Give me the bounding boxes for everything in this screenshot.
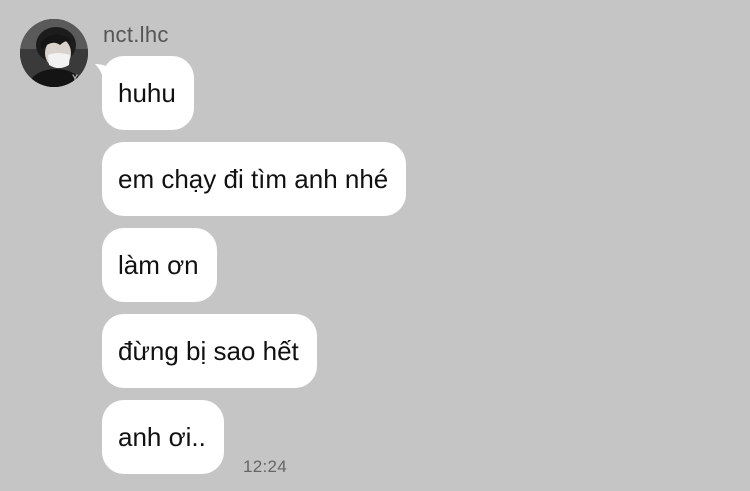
message-bubble[interactable]: anh ơi.. (102, 400, 224, 474)
message-text: đừng bị sao hết (118, 335, 299, 366)
sender-name: nct.lhc (103, 22, 169, 47)
message-timestamp: 12:24 (243, 457, 288, 476)
message-bubble[interactable]: đừng bị sao hết (102, 314, 317, 388)
avatar[interactable]: YC (20, 19, 88, 87)
svg-text:YC: YC (72, 73, 85, 83)
message-text: em chạy đi tìm anh nhé (118, 163, 389, 194)
message-bubble[interactable]: em chạy đi tìm anh nhé (102, 142, 407, 216)
message-text: anh ơi.. (118, 421, 206, 452)
message-text: làm ơn (118, 249, 199, 280)
message-bubble[interactable]: huhu (102, 56, 194, 130)
message-bubble[interactable]: làm ơn (102, 228, 217, 302)
avatar-photo-icon: YC (20, 19, 88, 87)
message-text: huhu (118, 77, 176, 108)
